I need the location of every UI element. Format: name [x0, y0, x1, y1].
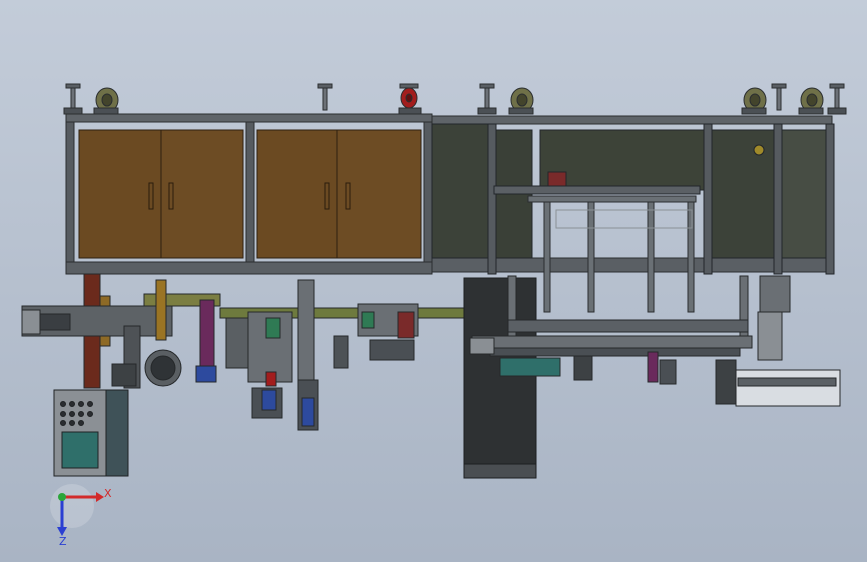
- caster-wheel-4[interactable]: [798, 87, 824, 115]
- triad-origin-glow: [50, 484, 94, 528]
- coordinate-triad[interactable]: X Z: [50, 484, 112, 548]
- leveling-feet-row: [63, 83, 847, 115]
- red-sensor-block[interactable]: [547, 171, 567, 187]
- indicator-lamp: [753, 144, 765, 156]
- lower-mechanism-center[interactable]: [219, 279, 471, 431]
- leveling-foot-5[interactable]: [827, 83, 847, 115]
- leveling-foot-1[interactable]: [63, 83, 83, 115]
- control-box[interactable]: [53, 389, 129, 477]
- machine-assembly-drawing: X Z: [21, 83, 847, 548]
- z-axis-label: Z: [59, 535, 67, 548]
- leveling-foot-3[interactable]: [477, 83, 497, 115]
- caster-wheel-2[interactable]: [508, 87, 534, 115]
- leveling-foot-4[interactable]: [771, 83, 787, 111]
- caster-wheel-1[interactable]: [93, 87, 119, 115]
- leveling-foot-2[interactable]: [317, 83, 333, 111]
- caster-wheel-red[interactable]: [398, 83, 422, 115]
- y-axis-dot: [58, 493, 66, 501]
- cad-viewport[interactable]: X Z: [0, 0, 867, 562]
- x-axis-label: X: [104, 487, 112, 500]
- lower-mechanism-left[interactable]: [21, 273, 221, 389]
- central-pallet-column[interactable]: [463, 277, 537, 479]
- inner-rack[interactable]: [527, 195, 697, 313]
- x-axis-arrowhead: [96, 492, 104, 502]
- caster-wheel-3[interactable]: [741, 87, 767, 115]
